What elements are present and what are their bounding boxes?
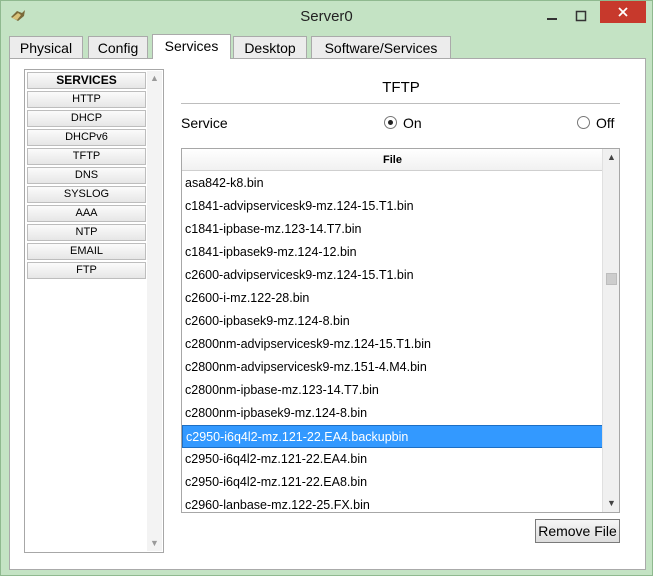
service-item-dns[interactable]: DNS <box>27 167 146 184</box>
file-row[interactable]: c2950-i6q4l2-mz.121-22.EA4.bin <box>182 448 603 471</box>
divider <box>181 103 620 104</box>
scroll-up-icon[interactable]: ▲ <box>147 71 162 86</box>
service-item-ftp[interactable]: FTP <box>27 262 146 279</box>
file-row[interactable]: c2800nm-advipservicesk9-mz.151-4.M4.bin <box>182 356 603 379</box>
file-row[interactable]: c2950-i6q4l2-mz.121-22.EA4.backupbin <box>182 425 603 448</box>
title-bar[interactable]: Server0 <box>1 1 652 32</box>
service-off-radio[interactable] <box>577 116 590 129</box>
tab-physical[interactable]: Physical <box>9 36 83 58</box>
page-title: TFTP <box>382 79 420 96</box>
tab-services[interactable]: Services <box>152 34 231 59</box>
service-on-radio[interactable] <box>384 116 397 129</box>
file-row[interactable]: c2950-i6q4l2-mz.121-22.EA8.bin <box>182 471 603 494</box>
tab-config[interactable]: Config <box>88 36 148 58</box>
services-panel: SERVICES HTTP DHCP DHCPv6 TFTP DNS SYSLO… <box>9 58 646 570</box>
service-item-email[interactable]: EMAIL <box>27 243 146 260</box>
file-table: File asa842-k8.bin c1841-advipservicesk9-… <box>181 148 620 513</box>
maximize-icon[interactable] <box>567 5 595 27</box>
remove-file-button[interactable]: Remove File <box>535 519 620 543</box>
service-item-tftp[interactable]: TFTP <box>27 148 146 165</box>
file-row[interactable]: c2800nm-ipbase-mz.123-14.T7.bin <box>182 379 603 402</box>
file-row[interactable]: c1841-advipservicesk9-mz.124-15.T1.bin <box>182 195 603 218</box>
file-row[interactable]: c2600-i-mz.122-28.bin <box>182 287 603 310</box>
file-row[interactable]: c2600-advipservicesk9-mz.124-15.T1.bin <box>182 264 603 287</box>
scroll-up-icon[interactable]: ▲ <box>604 150 619 165</box>
file-row[interactable]: c2600-ipbasek9-mz.124-8.bin <box>182 310 603 333</box>
scrollbar-thumb[interactable] <box>606 273 617 285</box>
minimize-icon[interactable] <box>538 5 566 27</box>
file-column-header[interactable]: File <box>182 149 603 171</box>
service-item-ntp[interactable]: NTP <box>27 224 146 241</box>
service-off-label[interactable]: Off <box>596 115 614 131</box>
service-item-aaa[interactable]: AAA <box>27 205 146 222</box>
file-list: asa842-k8.bin c1841-advipservicesk9-mz.12… <box>182 172 603 512</box>
scroll-down-icon[interactable]: ▼ <box>147 536 162 551</box>
file-row[interactable]: c2800nm-advipservicesk9-mz.124-15.T1.bin <box>182 333 603 356</box>
service-item-http[interactable]: HTTP <box>27 91 146 108</box>
file-row[interactable]: asa842-k8.bin <box>182 172 603 195</box>
services-list-panel: SERVICES HTTP DHCP DHCPv6 TFTP DNS SYSLO… <box>24 69 164 553</box>
services-list-scrollbar[interactable]: ▲ ▼ <box>147 71 162 551</box>
service-label: Service <box>181 115 228 131</box>
file-row[interactable]: c1841-ipbasek9-mz.124-12.bin <box>182 241 603 264</box>
services-header-button[interactable]: SERVICES <box>27 72 146 89</box>
service-item-dhcpv6[interactable]: DHCPv6 <box>27 129 146 146</box>
service-item-dhcp[interactable]: DHCP <box>27 110 146 127</box>
services-list: SERVICES HTTP DHCP DHCPv6 TFTP DNS SYSLO… <box>27 72 146 281</box>
tab-software-services[interactable]: Software/Services <box>311 36 451 58</box>
file-row[interactable]: c1841-ipbase-mz.123-14.T7.bin <box>182 218 603 241</box>
file-row[interactable]: c2800nm-ipbasek9-mz.124-8.bin <box>182 402 603 425</box>
scroll-down-icon[interactable]: ▼ <box>604 496 619 511</box>
service-on-label[interactable]: On <box>403 115 422 131</box>
server-window: Server0 Physical Config Services Desktop… <box>0 0 653 576</box>
close-icon[interactable] <box>600 1 646 23</box>
file-row[interactable]: c2960-lanbase-mz.122-25.FX.bin <box>182 494 603 512</box>
service-item-syslog[interactable]: SYSLOG <box>27 186 146 203</box>
tab-desktop[interactable]: Desktop <box>233 36 307 58</box>
file-table-scrollbar[interactable]: ▲ ▼ <box>602 149 619 512</box>
